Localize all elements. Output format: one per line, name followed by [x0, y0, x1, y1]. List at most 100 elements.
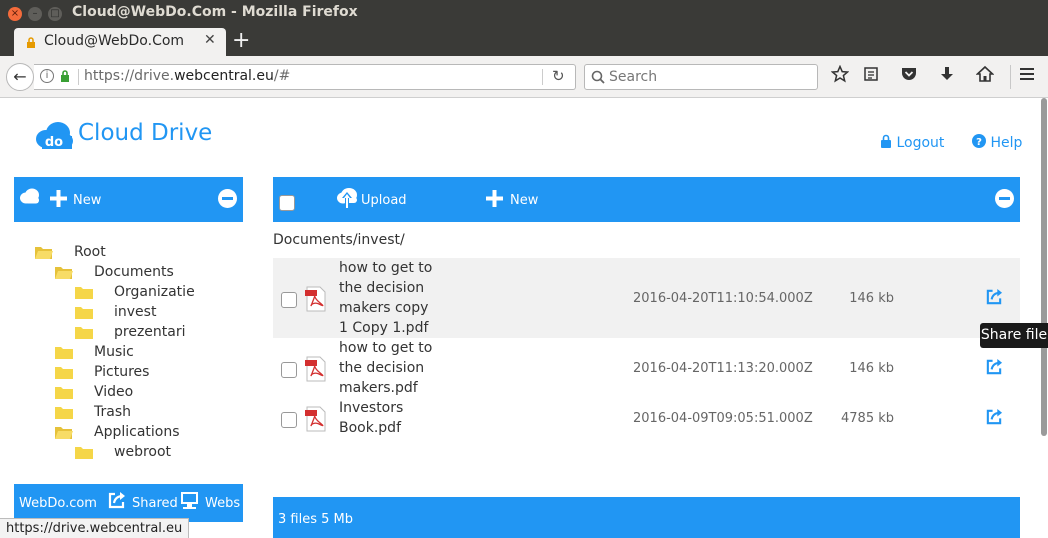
plus-icon[interactable] [50, 190, 67, 207]
pdf-file-icon [305, 356, 326, 382]
tree-item-label: webroot [114, 444, 172, 460]
file-name-line: the decision [339, 360, 425, 376]
folder-icon [55, 347, 73, 359]
window-title: Cloud@WebDo.Com - Mozilla Firefox [72, 4, 358, 20]
share-file-icon[interactable] [985, 358, 1003, 376]
tree-item-label: Trash [94, 404, 131, 420]
share-icon[interactable] [107, 491, 126, 510]
question-icon: ? [972, 134, 986, 148]
url-separator [78, 69, 79, 85]
file-row[interactable]: how to get to the decision makers.pdf 2016… [273, 338, 1020, 398]
file-name[interactable]: how to get to the decision makers copy 1 Co… [339, 258, 449, 338]
cloud-logo-icon[interactable]: do [34, 122, 74, 154]
file-date: 2016-04-20T11:13:20.000Z [633, 361, 813, 376]
search-input[interactable]: Search [584, 64, 818, 90]
monitor-icon[interactable] [180, 491, 199, 510]
reload-icon[interactable]: ↻ [552, 67, 565, 85]
breadcrumb[interactable]: Documents/invest/ [273, 232, 405, 248]
file-checkbox[interactable] [281, 292, 297, 308]
navigation-toolbar: ← i https://drive.webcentral.eu/# ↻ Sear… [0, 56, 1048, 98]
logo-mark-text: do [45, 135, 63, 150]
webdo-link[interactable]: WebDo.com [19, 496, 97, 511]
new-tab-button[interactable]: + [232, 29, 250, 53]
url-suffix: /# [273, 68, 291, 84]
file-size: 146 kb [849, 291, 894, 306]
tree-item-label: Video [94, 384, 134, 400]
file-name-line: Investors [339, 400, 404, 416]
search-placeholder: Search [609, 69, 658, 85]
main-new-button[interactable]: New [510, 193, 538, 208]
file-name-line: makers copy [339, 300, 429, 316]
reader-icon[interactable] [860, 65, 882, 87]
back-button[interactable]: ← [6, 63, 34, 91]
folder-icon [75, 307, 93, 319]
page-scrollbar[interactable] [1038, 98, 1048, 436]
file-name[interactable]: Investors Book.pdf [339, 398, 449, 438]
secure-lock-icon[interactable] [60, 70, 70, 82]
file-name-line: how to get to [339, 260, 433, 276]
window-close-button[interactable]: × [8, 7, 22, 21]
file-size: 146 kb [849, 361, 894, 376]
file-name-line: Book.pdf [339, 420, 401, 436]
menu-icon[interactable] [1016, 65, 1038, 87]
file-row[interactable]: Investors Book.pdf 2016-04-09T09:05:51.00… [273, 398, 1020, 440]
file-name-line: the decision [339, 280, 425, 296]
help-label: Help [990, 135, 1023, 151]
collapse-minus-icon[interactable] [218, 189, 237, 208]
tree-item-label: invest [114, 304, 157, 320]
tree-item-label: prezentari [114, 324, 186, 340]
folder-icon [55, 407, 73, 419]
help-mark-text: ? [976, 137, 982, 148]
tab-title: Cloud@WebDo.Com [44, 33, 185, 49]
pdf-file-icon [305, 406, 326, 432]
tree-item-label: Organizatie [114, 284, 195, 300]
url-separator-right [542, 69, 543, 85]
shared-link[interactable]: Shared [132, 496, 178, 511]
pdf-file-icon [305, 286, 326, 312]
folder-open-icon [35, 247, 53, 259]
file-date: 2016-04-20T11:10:54.000Z [633, 291, 813, 306]
file-checkbox[interactable] [281, 412, 297, 428]
share-file-icon[interactable] [985, 408, 1003, 426]
main-toolbar: Upload New [273, 177, 1020, 222]
window-minimize-button[interactable]: – [28, 7, 42, 21]
help-link[interactable]: ? Help [972, 134, 1022, 151]
file-name[interactable]: how to get to the decision makers.pdf [339, 338, 449, 398]
tab-close-icon[interactable]: ✕ [204, 32, 216, 48]
collapse-minus-icon[interactable] [995, 189, 1014, 208]
window-maximize-button[interactable]: □ [48, 7, 62, 21]
share-file-icon[interactable] [985, 288, 1003, 306]
file-name-line: 1 Copy 1.pdf [339, 320, 429, 336]
folder-icon [75, 287, 93, 299]
select-all-checkbox[interactable] [279, 195, 295, 211]
lock-icon [881, 134, 891, 148]
info-icon[interactable]: i [40, 69, 54, 83]
webs-link[interactable]: Webs [205, 496, 240, 511]
scrollbar-thumb[interactable] [1041, 98, 1047, 436]
toolbar-separator [1010, 65, 1011, 89]
browser-tab[interactable]: Cloud@WebDo.Com ✕ [14, 28, 226, 56]
url-bar[interactable]: i https://drive.webcentral.eu/# ↻ [34, 64, 576, 90]
file-checkbox[interactable] [281, 362, 297, 378]
url-domain: webcentral.eu [174, 68, 274, 84]
tree-item-label: Documents [94, 264, 174, 280]
pocket-icon[interactable] [898, 65, 920, 87]
left-panel-toolbar: New [14, 177, 243, 222]
main-footer: 3 files 5 Mb [273, 497, 1020, 538]
file-date: 2016-04-09T09:05:51.000Z [633, 411, 813, 426]
file-name-line: makers.pdf [339, 380, 418, 396]
left-new-button[interactable]: New [73, 193, 101, 208]
bookmark-star-icon[interactable] [829, 64, 851, 87]
upload-button[interactable]: Upload [361, 193, 407, 208]
download-icon[interactable] [936, 65, 958, 87]
url-text[interactable]: https://drive.webcentral.eu/# [84, 68, 290, 84]
home-icon[interactable] [974, 65, 996, 87]
logout-link[interactable]: Logout [880, 134, 944, 151]
plus-icon[interactable] [486, 190, 503, 207]
file-row[interactable]: how to get to the decision makers copy 1 Co… [273, 258, 1020, 338]
file-name-line: how to get to [339, 340, 433, 356]
upload-cloud-icon[interactable] [336, 187, 358, 209]
tree-item-label: Music [94, 344, 134, 360]
brand-title[interactable]: Cloud Drive [78, 120, 212, 146]
cloud-icon[interactable] [19, 188, 41, 204]
